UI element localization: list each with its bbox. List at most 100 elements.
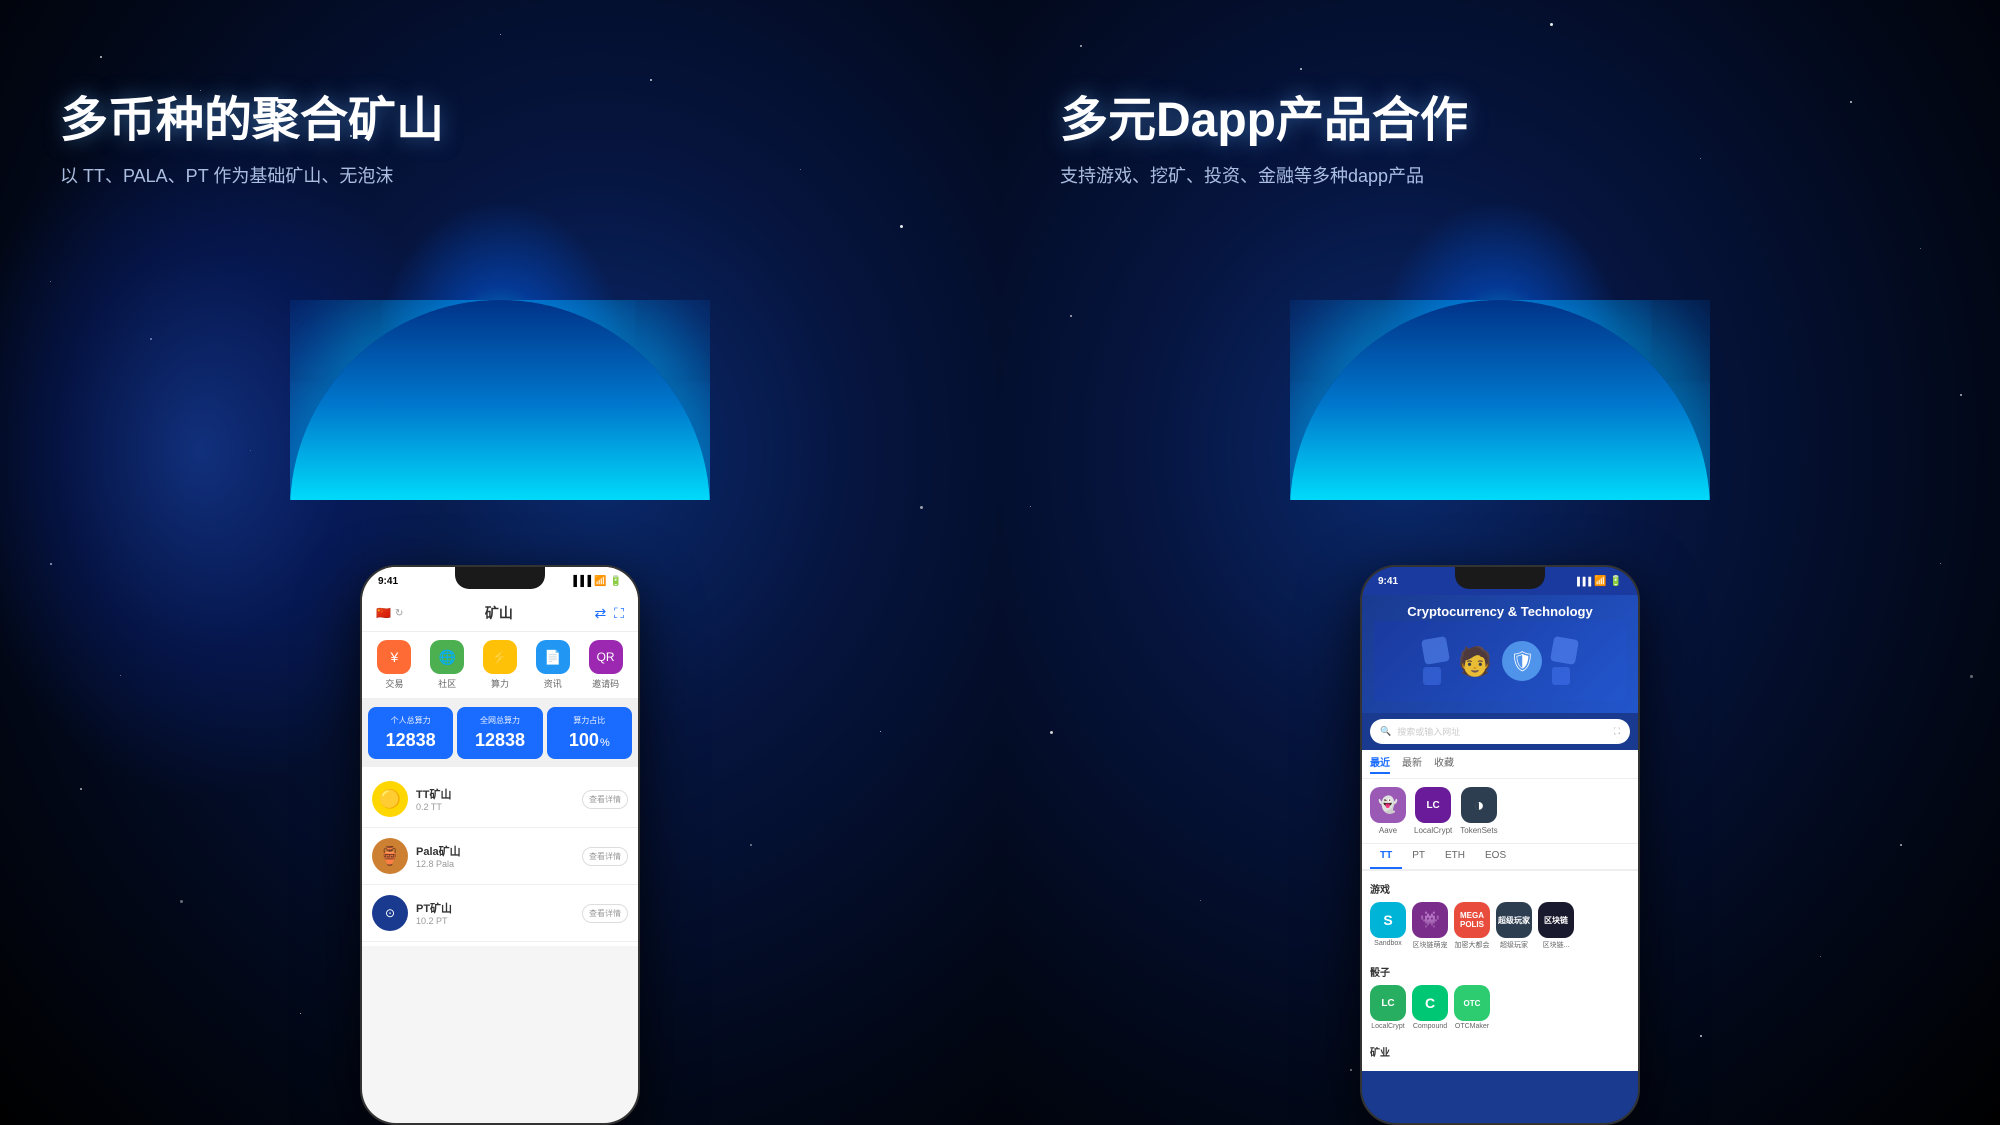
icon-hashrate-circle: ⚡ (483, 640, 517, 674)
icon-hashrate[interactable]: ⚡ 算力 (483, 640, 517, 690)
left-nav-icons: ⇄ ⛶ (594, 605, 624, 622)
app-blockchain-pet[interactable]: 👾 区块链萌宠 (1412, 902, 1448, 950)
aave-icon: 👻 (1370, 787, 1406, 823)
aave-label: Aave (1379, 826, 1397, 835)
mining-section: 矿业 (1362, 1038, 1638, 1071)
wifi-icon: 📶 (594, 576, 606, 587)
dapp-title: Cryptocurrency & Technology (1374, 603, 1626, 621)
right-main-title: 多元Dapp产品合作 (1060, 80, 1468, 150)
dice-apps: LC LocalCrypt C Compound (1370, 985, 1630, 1030)
tokensets-label: TokenSets (1460, 826, 1497, 835)
right-battery-icon: 🔋 (1610, 576, 1622, 587)
recent-apps-row: 👻 Aave LC LocalCrypt (1362, 779, 1638, 844)
localcrypt2-label: LocalCrypt (1371, 1023, 1404, 1030)
cat-tab-pt[interactable]: PT (1402, 844, 1435, 869)
icon-invite[interactable]: QR 邀请码 (589, 640, 623, 690)
sandbox-s: S (1383, 912, 1392, 928)
left-main-title: 多币种的聚合矿山 (60, 80, 444, 150)
icon-news-circle: 📄 (536, 640, 570, 674)
icon-trade-label: 交易 (385, 677, 403, 690)
stat-ratio-label: 算力占比 (553, 715, 626, 726)
cube-2 (1423, 667, 1441, 685)
mine-btn-tt[interactable]: 查看详情 (582, 790, 628, 809)
icon-invite-label: 邀请码 (592, 677, 619, 690)
pt-icon-inner: ⊙ (385, 906, 395, 920)
app-blockchain-game[interactable]: 区块链 区块链... (1538, 902, 1574, 950)
left-status-icons: ▐▐▐ 📶 🔋 (570, 576, 622, 587)
right-phone: 9:41 ▐▐▐ 📶 🔋 Cryptocurrency & Technology (1360, 565, 1640, 1125)
tab-favorites[interactable]: 收藏 (1434, 754, 1454, 774)
app-sandbox[interactable]: S Sandbox (1370, 902, 1406, 950)
tokensets-icon: ◑ (1461, 787, 1497, 823)
super-player-label: 超级玩家 (1500, 940, 1528, 950)
otcmaker-icon: OTC (1454, 985, 1490, 1021)
icon-trade[interactable]: ¥ 交易 (377, 640, 411, 690)
icon-invite-circle: QR (589, 640, 623, 674)
planet-arc-right (1290, 300, 1710, 500)
stat-personal-value: 12838 (374, 730, 447, 751)
mine-info-pala: Pala矿山 12.8 Pala (416, 843, 582, 869)
localcrypt-icon: LC (1415, 787, 1451, 823)
cat-tab-tt[interactable]: TT (1370, 844, 1402, 869)
community-icon: 🌐 (438, 649, 455, 666)
scan-icon: ⛶ (1614, 726, 1620, 737)
mine-amount-pala: 12.8 Pala (416, 859, 582, 869)
category-tabs: TT PT ETH EOS (1362, 844, 1638, 871)
left-sub-title: 以 TT、PALA、PT 作为基础矿山、无泡沫 (60, 162, 444, 188)
icon-community-label: 社区 (438, 677, 456, 690)
left-stats-row: 个人总算力 12838 全网总算力 12838 算力占比 100 % (362, 699, 638, 767)
games-apps: S Sandbox 👾 区块链萌宠 (1370, 902, 1630, 950)
games-label: 游戏 (1370, 881, 1630, 896)
lc2-text: LC (1381, 998, 1394, 1009)
app-tokensets[interactable]: ◑ TokenSets (1460, 787, 1497, 835)
tab-recent[interactable]: 最近 (1370, 754, 1390, 774)
dice-label: 骰子 (1370, 964, 1630, 979)
app-super-player[interactable]: 超级玩家 超级玩家 (1496, 902, 1532, 950)
icon-news[interactable]: 📄 资讯 (536, 640, 570, 690)
icon-hashrate-label: 算力 (491, 677, 509, 690)
dapp-search-bar[interactable]: 🔍 搜索或输入网址 ⛶ (1370, 719, 1630, 744)
planet-container-right (1290, 300, 1710, 500)
pet-emoji: 👾 (1420, 910, 1440, 930)
cat-tab-eos[interactable]: EOS (1475, 844, 1516, 869)
cube-1 (1421, 636, 1450, 665)
flag-icon: 🇨🇳 (376, 606, 391, 620)
mine-btn-pt[interactable]: 查看详情 (582, 904, 628, 923)
blockchain-game-label: 区块链... (1543, 940, 1570, 950)
expand-icon[interactable]: ⛶ (614, 605, 624, 622)
compound-icon: C (1412, 985, 1448, 1021)
mega-text: MEGAPOLIS (1460, 911, 1484, 929)
tab-latest[interactable]: 最新 (1402, 754, 1422, 774)
mine-info-tt: TT矿山 0.2 TT (416, 786, 582, 812)
stat-network-value: 12838 (463, 730, 536, 751)
signal-icon: ▐▐▐ (570, 576, 591, 587)
stat-personal: 个人总算力 12838 (368, 707, 453, 759)
right-panel: 多元Dapp产品合作 支持游戏、挖矿、投资、金融等多种dapp产品 9:41 ▐… (1000, 0, 2000, 1125)
app-aave[interactable]: 👻 Aave (1370, 787, 1406, 835)
cube-4 (1552, 667, 1570, 685)
stat-ratio-unit: % (600, 737, 610, 749)
app-megapolis[interactable]: MEGAPOLIS 加密大都会 (1454, 902, 1490, 950)
right-sub-title: 支持游戏、挖矿、投资、金融等多种dapp产品 (1060, 162, 1468, 188)
left-time: 9:41 (378, 576, 398, 587)
banner-art: 🧑 🛡 (1423, 638, 1578, 685)
app-localcrypt2[interactable]: LC LocalCrypt (1370, 985, 1406, 1030)
trade-icon: ¥ (390, 649, 398, 665)
mine-btn-pala[interactable]: 查看详情 (582, 847, 628, 866)
dapp-white-section: 最近 最新 收藏 👻 Aave LC (1362, 750, 1638, 1071)
cat-tab-eth[interactable]: ETH (1435, 844, 1475, 869)
planet-arc-left (290, 300, 710, 500)
stat-personal-label: 个人总算力 (374, 715, 447, 726)
left-nav-left: 🇨🇳 ↻ (376, 606, 403, 620)
app-otcmaker[interactable]: OTC OTCMaker (1454, 985, 1490, 1030)
tokensets-symbol: ◑ (1473, 795, 1484, 816)
mine-icon-pt: ⊙ (372, 895, 408, 931)
planet-container-left (290, 300, 710, 500)
app-compound[interactable]: C Compound (1412, 985, 1448, 1030)
icon-community-circle: 🌐 (430, 640, 464, 674)
app-localcrypt[interactable]: LC LocalCrypt (1414, 787, 1452, 835)
exchange-icon[interactable]: ⇄ (594, 605, 606, 622)
stat-ratio-value-group: 100 % (553, 730, 626, 751)
icon-community[interactable]: 🌐 社区 (430, 640, 464, 690)
mine-amount-tt: 0.2 TT (416, 802, 582, 812)
